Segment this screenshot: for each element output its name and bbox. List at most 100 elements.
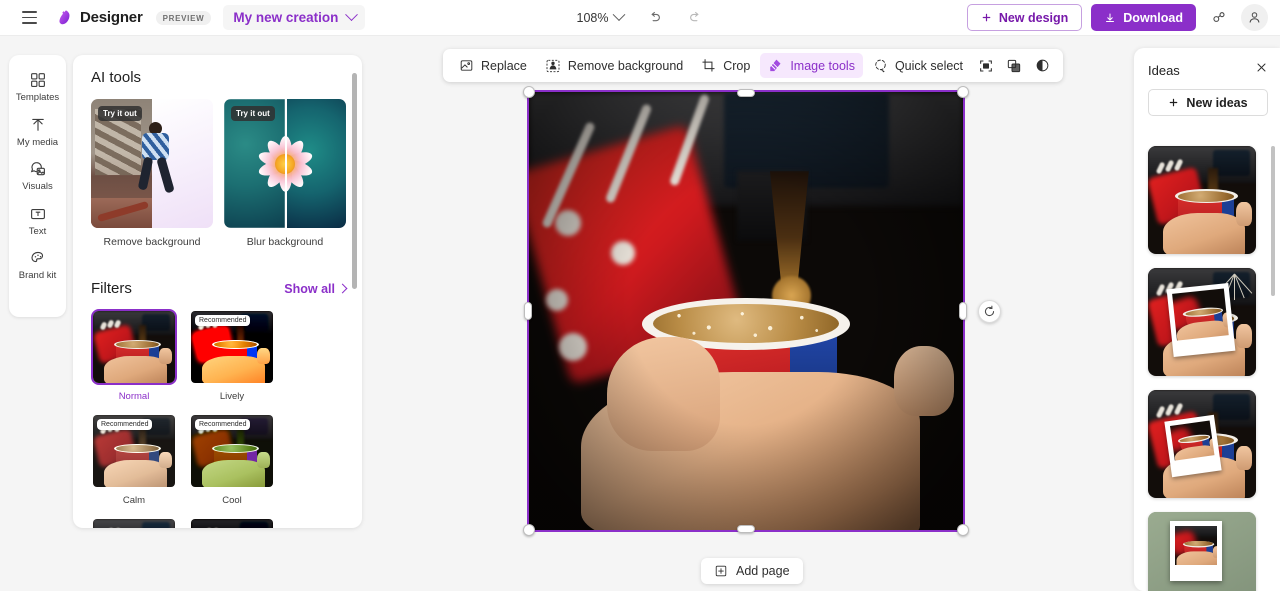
sidebar-label-visuals: Visuals: [22, 181, 53, 192]
resize-handle-top-left[interactable]: [523, 86, 535, 98]
ai-tools-grid: Try it out Remove background Try it out …: [91, 99, 346, 248]
resize-handle-bottom-right[interactable]: [957, 524, 969, 536]
header-center-group: 108%: [572, 5, 709, 31]
designer-logo-icon: [59, 10, 70, 25]
add-page-button[interactable]: Add page: [701, 558, 803, 584]
panel-scrollbar-thumb[interactable]: [352, 73, 357, 289]
resize-handle-middle-right[interactable]: [959, 302, 967, 320]
brand-logo[interactable]: Designer: [56, 9, 143, 26]
sidebar-item-templates[interactable]: Templates: [10, 65, 65, 108]
fit-frame-button[interactable]: [973, 53, 999, 78]
layers-icon: [1007, 59, 1021, 72]
undo-icon: [651, 11, 661, 22]
sidebar-item-my-media[interactable]: My media: [10, 110, 65, 153]
chevron-down-icon: [612, 8, 626, 22]
resize-handle-bottom-left[interactable]: [523, 524, 535, 536]
zoom-control[interactable]: 108%: [572, 8, 629, 28]
filter-label: Lively: [219, 391, 245, 402]
ideas-scrollbar-thumb[interactable]: [1271, 146, 1275, 296]
preview-badge: PREVIEW: [155, 10, 212, 25]
filter-tile-normal[interactable]: Normal: [91, 309, 177, 402]
upload-icon: [31, 118, 44, 131]
toolbar-item-image-tools[interactable]: Image tools: [760, 53, 863, 78]
toolbar-label: Crop: [723, 58, 751, 73]
toolbar-label: Quick select: [894, 58, 964, 73]
close-ideas-button[interactable]: [1255, 61, 1268, 79]
sidebar-item-text[interactable]: Text: [10, 199, 65, 242]
rotate-icon: [984, 305, 995, 317]
resize-handle-top-right[interactable]: [957, 86, 969, 98]
new-ideas-label: New ideas: [1186, 95, 1248, 110]
filter-tile-lively[interactable]: Recommended Lively: [189, 309, 275, 402]
filter-tile-calm[interactable]: Recommended Calm: [91, 413, 177, 506]
toolbar-label: Remove background: [567, 58, 684, 73]
layers-button[interactable]: [1001, 53, 1027, 78]
contrast-icon: [1036, 59, 1048, 72]
image-tools-icon: [770, 59, 781, 72]
plus-icon: [982, 13, 991, 22]
new-ideas-button[interactable]: New ideas: [1148, 89, 1268, 116]
redo-button[interactable]: [682, 5, 708, 31]
tools-panel-content: AI tools Try it out Remove background Tr…: [73, 55, 362, 528]
ai-tools-title: AI tools: [91, 69, 142, 86]
toolbar-item-remove-background[interactable]: Remove background: [537, 53, 691, 78]
crop-icon: [702, 59, 715, 72]
idea-card-polaroid-sprig[interactable]: [1148, 268, 1256, 376]
resize-handle-top-center[interactable]: [737, 89, 755, 97]
contrast-button[interactable]: [1029, 53, 1055, 78]
filters-header: Filters Show all: [91, 280, 348, 297]
plus-icon: [1170, 98, 1178, 107]
polaroid-frame: [1170, 521, 1222, 581]
toolbar-item-replace[interactable]: Replace: [451, 53, 535, 78]
toolbar-item-crop[interactable]: Crop: [693, 53, 758, 78]
document-title-chip[interactable]: My new creation: [223, 5, 366, 30]
account-avatar[interactable]: [1241, 4, 1268, 31]
recommended-badge: Recommended: [195, 315, 251, 326]
left-rail: Templates My media Visuals Text Brand ki…: [9, 55, 66, 317]
download-label: Download: [1123, 10, 1183, 25]
filter-thumbnail: [91, 309, 177, 385]
filter-tile-light[interactable]: Light: [91, 517, 177, 528]
filter-label: Calm: [122, 495, 146, 506]
filter-label: Cool: [222, 495, 242, 506]
sidebar-item-visuals[interactable]: Visuals: [10, 154, 65, 197]
share-button[interactable]: [1205, 4, 1232, 31]
resize-handle-bottom-center[interactable]: [737, 525, 755, 533]
filter-label: Normal: [118, 391, 150, 402]
ai-card-blur-background[interactable]: Try it out Blur background: [224, 99, 346, 248]
try-it-out-badge: Try it out: [231, 106, 275, 121]
recommended-badge: Recommended: [195, 419, 251, 430]
ai-card-thumbnail: Try it out: [91, 99, 213, 228]
idea-card-polaroid-tilt[interactable]: [1148, 390, 1256, 498]
hamburger-icon[interactable]: [14, 5, 44, 31]
ai-card-remove-background[interactable]: Try it out Remove background: [91, 99, 213, 248]
filter-tile-cool[interactable]: Recommended Cool: [189, 413, 275, 506]
ideas-scrollbar[interactable]: [1271, 146, 1275, 576]
sidebar-item-brand-kit[interactable]: Brand kit: [10, 243, 65, 286]
ideas-list: [1148, 146, 1256, 591]
resize-handle-middle-left[interactable]: [524, 302, 532, 320]
ideas-title: Ideas: [1148, 62, 1180, 78]
canvas-artboard[interactable]: [527, 90, 965, 532]
idea-card-plain[interactable]: [1148, 146, 1256, 254]
filters-title: Filters: [91, 280, 132, 297]
show-all-label: Show all: [284, 281, 335, 296]
toolbar-item-quick-select[interactable]: Quick select: [865, 53, 971, 78]
brand-name: Designer: [80, 9, 143, 26]
idea-card-polaroid-sage[interactable]: [1148, 512, 1256, 591]
quick-select-icon: [875, 59, 886, 73]
zoom-level-value: 108%: [576, 10, 609, 25]
rotate-handle[interactable]: [978, 300, 1001, 323]
filter-tile-lofi[interactable]: Lofi: [189, 517, 275, 528]
add-page-label: Add page: [736, 564, 790, 578]
undo-button[interactable]: [642, 5, 668, 31]
panel-scrollbar[interactable]: [352, 73, 357, 513]
download-button[interactable]: Download: [1091, 4, 1196, 31]
chevron-down-icon: [345, 8, 359, 22]
toolbar-label: Replace: [481, 58, 527, 73]
header-left-group: Designer PREVIEW My new creation: [0, 5, 366, 31]
show-all-filters-link[interactable]: Show all: [284, 281, 348, 296]
sidebar-label-brand-kit: Brand kit: [18, 270, 57, 281]
new-design-button[interactable]: New design: [966, 4, 1083, 31]
ideas-header: Ideas: [1134, 48, 1280, 79]
